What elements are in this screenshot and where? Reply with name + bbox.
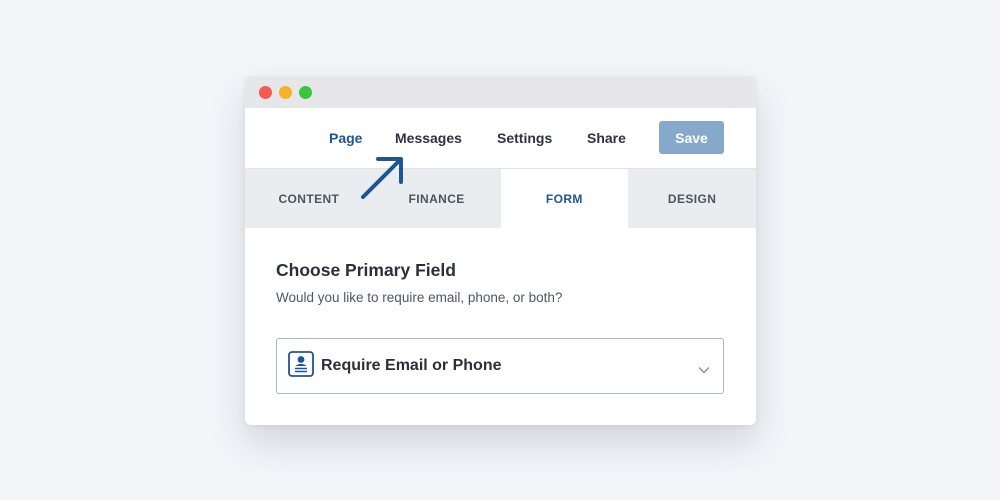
window-titlebar: [245, 76, 756, 108]
chevron-down-icon: [698, 361, 710, 379]
nav-item-share[interactable]: Share: [587, 130, 626, 146]
maximize-window-button[interactable]: [299, 85, 312, 99]
top-navigation: Page Messages Settings Share Save: [245, 108, 756, 169]
form-panel: Choose Primary Field Would you like to r…: [245, 228, 756, 394]
select-value: Require Email or Phone: [321, 357, 502, 374]
nav-item-settings[interactable]: Settings: [497, 130, 552, 146]
primary-field-select[interactable]: Require Email or Phone: [276, 338, 724, 394]
tab-form[interactable]: FORM: [500, 169, 629, 228]
section-heading: Choose Primary Field: [276, 260, 456, 280]
nav-item-page[interactable]: Page: [329, 130, 362, 146]
tab-design[interactable]: DESIGN: [628, 169, 756, 228]
minimize-window-button[interactable]: [279, 85, 292, 99]
arrow-up-right-icon: [361, 157, 403, 199]
contact-card-icon: [288, 350, 314, 382]
section-tabs: CONTENT FINANCE FORM DESIGN: [245, 169, 756, 228]
tab-content[interactable]: CONTENT: [245, 169, 373, 228]
section-description: Would you like to require email, phone, …: [276, 290, 563, 305]
browser-window: Page Messages Settings Share Save CONTEN…: [245, 76, 756, 425]
save-button[interactable]: Save: [659, 121, 724, 154]
nav-item-messages[interactable]: Messages: [395, 130, 462, 146]
close-window-button[interactable]: [259, 85, 272, 99]
